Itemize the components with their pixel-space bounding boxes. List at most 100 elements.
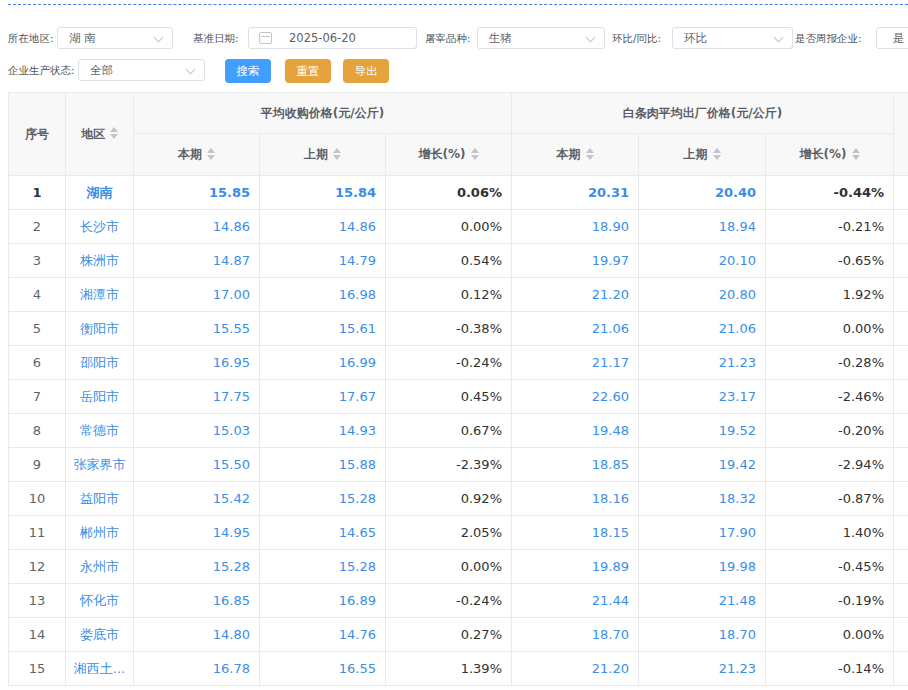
export-button[interactable]: 导出 [343,59,389,83]
row-carcass-prev: 19.42 [639,448,766,482]
row-region-link[interactable]: 长沙市 [66,210,134,244]
row-extra-cell [894,346,908,380]
row-buy-prev: 14.86 [260,210,386,244]
row-carcass-prev: 21.23 [639,346,766,380]
row-seq: 10 [9,482,66,516]
row-carcass-current: 19.89 [512,550,639,584]
row-region-link[interactable]: 湖南 [66,176,134,210]
row-buy-current: 16.85 [134,584,260,618]
row-region-link[interactable]: 怀化市 [66,584,134,618]
chevron-down-icon [154,33,164,43]
row-extra-cell [894,652,908,686]
row-seq: 8 [9,414,66,448]
search-button[interactable]: 搜索 [225,59,271,83]
base-date-label: 基准日期: [193,27,239,49]
row-carcass-growth: -0.44% [766,176,894,210]
sort-icon[interactable] [586,148,594,160]
sort-icon[interactable] [471,148,479,160]
table-row: 14娄底市14.8014.760.27%18.7018.700.00% [9,618,908,652]
row-buy-prev: 14.93 [260,414,386,448]
row-extra-cell [894,176,908,210]
row-buy-prev: 16.98 [260,278,386,312]
row-seq: 5 [9,312,66,346]
sort-icon[interactable] [852,148,860,160]
row-region-link[interactable]: 衡阳市 [66,312,134,346]
row-seq: 3 [9,244,66,278]
col-header-region[interactable]: 地区 [66,93,134,176]
row-extra-cell [894,278,908,312]
row-extra-cell [894,584,908,618]
table-row: 6邵阳市16.9516.99-0.24%21.1721.23-0.28% [9,346,908,380]
status-filter-label: 企业生产状态: [8,59,75,81]
row-extra-cell [894,210,908,244]
row-extra-cell [894,516,908,550]
row-carcass-current: 19.97 [512,244,639,278]
row-buy-prev: 15.28 [260,482,386,516]
row-carcass-prev: 21.48 [639,584,766,618]
region-select[interactable]: 湖 南 [57,27,173,49]
table-row: 10益阳市15.4215.280.92%18.1618.32-0.87% [9,482,908,516]
row-region-link[interactable]: 郴州市 [66,516,134,550]
row-region-link[interactable]: 娄底市 [66,618,134,652]
row-buy-growth: 0.06% [386,176,512,210]
row-carcass-growth: -0.19% [766,584,894,618]
row-carcass-prev: 23.17 [639,380,766,414]
row-buy-current: 15.55 [134,312,260,346]
row-region-link[interactable]: 株洲市 [66,244,134,278]
col-header-buy-growth[interactable]: 增长(%) [386,134,512,176]
row-carcass-prev: 18.94 [639,210,766,244]
row-seq: 6 [9,346,66,380]
row-region-link[interactable]: 益阳市 [66,482,134,516]
compare-select[interactable]: 环比 [672,27,793,49]
group-header-carcass: 白条肉平均出厂价格(元/公斤) [512,93,894,134]
row-buy-growth: 0.67% [386,414,512,448]
sort-icon[interactable] [110,127,118,139]
row-region-link[interactable]: 湘西土... [66,652,134,686]
row-carcass-prev: 21.06 [639,312,766,346]
row-carcass-growth: -0.28% [766,346,894,380]
row-buy-growth: 0.45% [386,380,512,414]
row-buy-current: 15.03 [134,414,260,448]
sort-icon[interactable] [333,148,341,160]
row-carcass-current: 18.15 [512,516,639,550]
row-seq: 1 [9,176,66,210]
status-select[interactable]: 全部 [78,59,205,81]
row-region-link[interactable]: 永州市 [66,550,134,584]
row-region-link[interactable]: 湘潭市 [66,278,134,312]
row-carcass-current: 21.06 [512,312,639,346]
col-header-carcass-growth[interactable]: 增长(%) [766,134,894,176]
table-row: 11郴州市14.9514.652.05%18.1517.901.40% [9,516,908,550]
calendar-icon [259,32,272,44]
row-buy-current: 15.28 [134,550,260,584]
row-region-link[interactable]: 常德市 [66,414,134,448]
row-buy-prev: 15.88 [260,448,386,482]
row-buy-growth: 1.39% [386,652,512,686]
col-header-buy-prev[interactable]: 上期 [260,134,386,176]
base-date-input[interactable]: 2025-06-20 [248,27,417,49]
col-header-carcass-prev[interactable]: 上期 [639,134,766,176]
sort-icon[interactable] [207,148,215,160]
row-carcass-growth: -0.14% [766,652,894,686]
region-filter-label: 所在地区: [8,27,54,49]
row-region-link[interactable]: 岳阳市 [66,380,134,414]
variety-select[interactable]: 生猪 [477,27,605,49]
row-extra-cell [894,482,908,516]
row-buy-growth: -0.38% [386,312,512,346]
row-region-link[interactable]: 张家界市 [66,448,134,482]
reset-button[interactable]: 重置 [285,59,331,83]
col-header-buy-current[interactable]: 本期 [134,134,260,176]
row-region-link[interactable]: 邵阳市 [66,346,134,380]
row-carcass-current: 21.17 [512,346,639,380]
col-header-seq: 序号 [9,93,66,176]
row-carcass-current: 22.60 [512,380,639,414]
row-carcass-prev: 18.32 [639,482,766,516]
row-extra-cell [894,380,908,414]
sort-icon[interactable] [713,148,721,160]
price-table: 序号 地区 平均收购价格(元/公斤) 白条肉平均出厂价格(元/公斤) 本期 上期… [8,92,908,686]
weekly-select[interactable]: 是 [876,27,908,49]
row-carcass-prev: 19.98 [639,550,766,584]
col-header-carcass-current[interactable]: 本期 [512,134,639,176]
row-buy-current: 14.95 [134,516,260,550]
row-carcass-prev: 20.10 [639,244,766,278]
table-row: 4湘潭市17.0016.980.12%21.2020.801.92% [9,278,908,312]
